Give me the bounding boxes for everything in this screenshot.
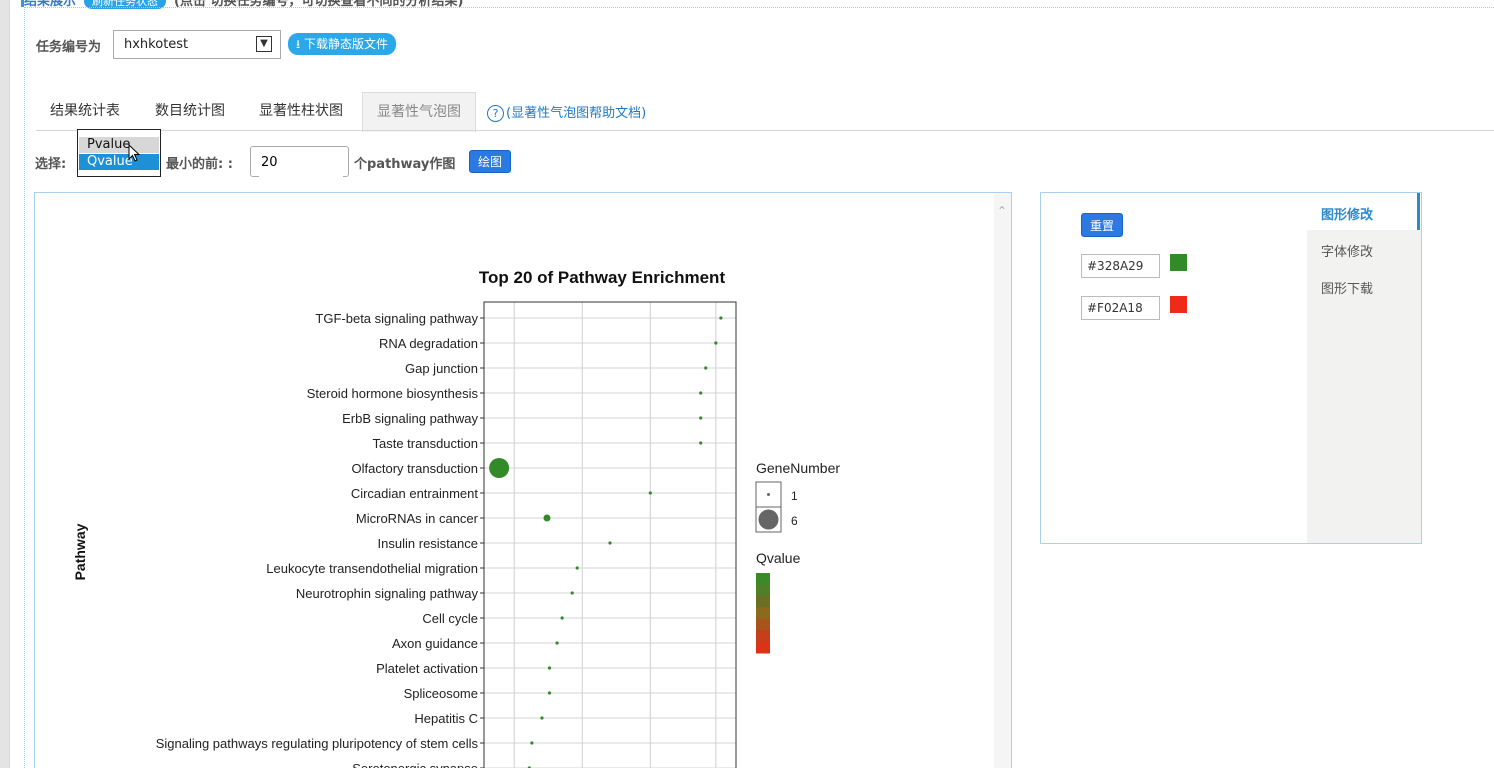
bubble-chart: Top 20 of Pathway Enrichment Pathway TGF…	[72, 268, 840, 768]
tab-divider	[36, 130, 1494, 131]
pathway-point	[489, 458, 510, 478]
download-icon: ⭳	[296, 37, 301, 51]
top-n-input-wrap	[250, 146, 349, 177]
metric-dropdown[interactable]: Pvalue Qvalue	[77, 129, 161, 177]
pathway-label: Olfactory transduction	[352, 461, 478, 476]
pathway-point	[648, 491, 652, 495]
pathway-label: Serotonergic synapse	[352, 761, 478, 768]
menu-shape-edit[interactable]: 图形修改	[1321, 204, 1373, 223]
pathway-point	[699, 391, 703, 395]
pathway-label: Spliceosome	[404, 686, 478, 701]
y-axis-label: Pathway	[72, 523, 88, 580]
color-low-swatch[interactable]	[1170, 254, 1187, 271]
legend-size-title: GeneNumber	[756, 460, 840, 476]
pathway-point	[575, 566, 579, 570]
legend-size-label-1: 1	[791, 489, 798, 503]
pathway-point	[547, 691, 552, 695]
pathway-label: Circadian entrainment	[351, 486, 479, 501]
pathway-label: ErbB signaling pathway	[342, 411, 478, 426]
help-link[interactable]: ? (显著性气泡图帮助文档)	[487, 102, 646, 122]
tab-result-table[interactable]: 结果统计表	[36, 92, 134, 130]
scrollbar-track[interactable]	[994, 193, 1011, 768]
task-label: 任务编号为	[36, 40, 102, 55]
reset-button[interactable]: 重置	[1081, 213, 1123, 237]
pathway-point	[704, 366, 708, 370]
pathway-label: 个pathway作图	[354, 157, 456, 172]
pathway-label: Leukocyte transendothelial migration	[266, 561, 478, 576]
color-high-swatch[interactable]	[1170, 296, 1187, 313]
option-qvalue[interactable]: Qvalue	[79, 154, 159, 170]
pathway-point	[530, 741, 534, 745]
pathway-label: Taste transduction	[372, 436, 478, 451]
task-select-value: hxhkotest	[124, 37, 189, 52]
legend-colorbar	[756, 573, 770, 654]
pathway-label: Neurotrophin signaling pathway	[296, 586, 479, 601]
top-n-input[interactable]	[259, 148, 343, 177]
left-rail	[0, 0, 10, 768]
pathway-point	[555, 641, 559, 645]
menu-font-edit[interactable]: 字体修改	[1321, 241, 1373, 260]
pathway-point	[543, 514, 551, 522]
legend-size-dot-1	[767, 493, 770, 496]
tab-bar: 结果统计表 数目统计图 显著性柱状图 显著性气泡图	[36, 92, 1494, 132]
chevron-down-icon[interactable]: ▼	[256, 36, 272, 52]
pathway-label: RNA degradation	[379, 336, 478, 351]
pathway-label: Steroid hormone biosynthesis	[307, 386, 479, 401]
download-label: 下载静态版文件	[304, 37, 389, 51]
tab-count-chart[interactable]: 数目统计图	[141, 92, 239, 130]
pathway-label: Axon guidance	[392, 636, 478, 651]
download-static-button[interactable]: ⭳ 下载静态版文件	[288, 33, 397, 55]
pathway-point	[560, 616, 564, 620]
colorbar-segment	[756, 584, 770, 597]
scroll-up-icon[interactable]: ⌃	[996, 205, 1008, 217]
chart-title: Top 20 of Pathway Enrichment	[479, 268, 726, 287]
color-high-input[interactable]: #F02A18	[1081, 296, 1160, 320]
help-icon: ?	[487, 105, 504, 122]
colorbar-segment	[756, 618, 770, 631]
option-pvalue[interactable]: Pvalue	[79, 137, 159, 153]
chart-legend: GeneNumber 1 6 Qvalue	[755, 460, 840, 654]
legend-size-label-6: 6	[791, 514, 798, 528]
pathway-point	[714, 341, 718, 345]
colorbar-segment	[756, 630, 770, 643]
legend-color-title: Qvalue	[756, 550, 801, 566]
chart-grid	[480, 302, 736, 768]
legend-size-dot-6	[758, 509, 779, 530]
menu-active-indicator	[1417, 193, 1420, 230]
pathway-label: Platelet activation	[376, 661, 478, 676]
colorbar-segment	[756, 573, 770, 585]
pathway-label: Hepatitis C	[414, 711, 478, 726]
pathway-point	[699, 416, 703, 420]
draw-button[interactable]: 绘图	[469, 150, 511, 173]
color-low-input[interactable]: #328A29	[1081, 254, 1160, 278]
pathway-label: Insulin resistance	[378, 536, 478, 551]
pathway-label: Cell cycle	[422, 611, 478, 626]
pathway-label: Gap junction	[405, 361, 478, 376]
help-link-text: (显著性气泡图帮助文档)	[506, 106, 647, 121]
colorbar-segment	[756, 641, 770, 654]
pathway-point	[719, 316, 723, 320]
tab-bubble-chart[interactable]: 显著性气泡图	[362, 92, 476, 132]
mouse-cursor-icon	[128, 144, 141, 162]
data-points	[489, 316, 723, 768]
colorbar-segment	[756, 607, 770, 620]
pathway-label: MicroRNAs in cancer	[356, 511, 479, 526]
tab-bar-chart[interactable]: 显著性柱状图	[245, 92, 357, 130]
pathway-label: TGF-beta signaling pathway	[315, 311, 478, 326]
pathway-labels: TGF-beta signaling pathway RNA degradatio…	[156, 311, 479, 768]
result-header: 结果展示 刷新任务状态 (点击 切换任务编号，可切换查看不同的分析结果)	[24, 0, 624, 9]
pathway-point	[540, 716, 544, 720]
pathway-point	[570, 591, 574, 595]
pathway-point	[547, 666, 552, 670]
select-label: 选择:	[35, 157, 67, 172]
task-select[interactable]: hxhkotest ▼	[113, 30, 281, 59]
plot-frame	[483, 301, 737, 768]
menu-download[interactable]: 图形下载	[1321, 278, 1373, 297]
min-label: 最小的前: :	[166, 157, 233, 172]
pathway-point	[699, 441, 703, 445]
pathway-point	[608, 541, 612, 545]
colorbar-segment	[756, 595, 770, 608]
pathway-label: Signaling pathways regulating pluripoten…	[156, 736, 479, 751]
